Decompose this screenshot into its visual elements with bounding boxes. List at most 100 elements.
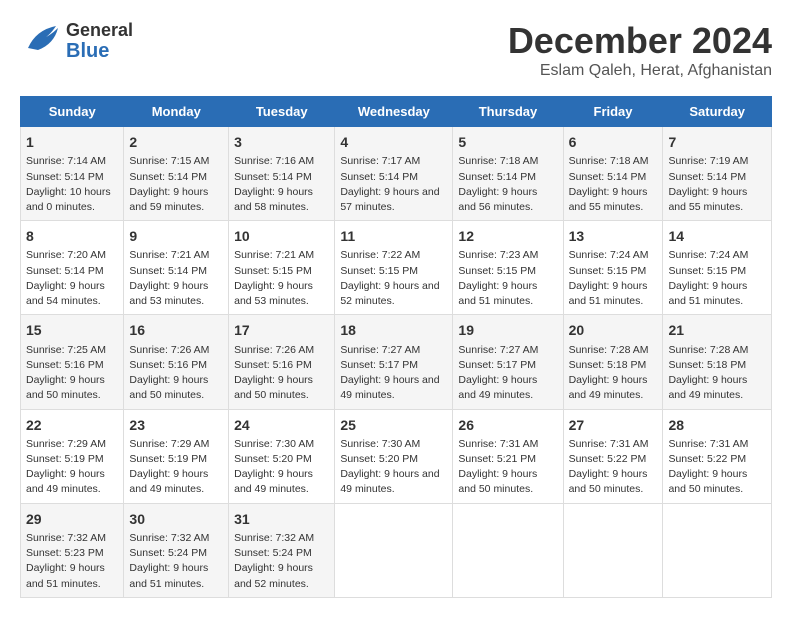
main-title: December 2024 [508, 20, 772, 62]
sunset-label: Sunset: 5:21 PM [458, 453, 536, 465]
day-number: 4 [340, 132, 447, 152]
sunset-label: Sunset: 5:17 PM [458, 359, 536, 371]
daylight-label: Daylight: 9 hours and 49 minutes. [340, 468, 439, 495]
daylight-label: Daylight: 9 hours and 49 minutes. [668, 374, 747, 401]
sunset-label: Sunset: 5:14 PM [129, 265, 207, 277]
daylight-label: Daylight: 9 hours and 49 minutes. [569, 374, 648, 401]
sunrise-label: Sunrise: 7:31 AM [569, 438, 649, 450]
day-number: 8 [26, 226, 118, 246]
day-number: 30 [129, 509, 223, 529]
day-number: 1 [26, 132, 118, 152]
sunset-label: Sunset: 5:22 PM [569, 453, 647, 465]
logo-name: General Blue [66, 21, 133, 63]
day-number: 22 [26, 415, 118, 435]
sunrise-label: Sunrise: 7:24 AM [668, 249, 748, 261]
daylight-label: Daylight: 9 hours and 56 minutes. [458, 186, 537, 213]
sunset-label: Sunset: 5:15 PM [569, 265, 647, 277]
sunset-label: Sunset: 5:14 PM [340, 171, 418, 183]
sunset-label: Sunset: 5:18 PM [569, 359, 647, 371]
table-row: 11Sunrise: 7:22 AMSunset: 5:15 PMDayligh… [335, 221, 453, 315]
title-block: December 2024 Eslam Qaleh, Herat, Afghan… [508, 20, 772, 80]
daylight-label: Daylight: 9 hours and 53 minutes. [129, 280, 208, 307]
day-number: 10 [234, 226, 329, 246]
header-row: Sunday Monday Tuesday Wednesday Thursday… [21, 97, 772, 127]
calendar-week-row: 8 Sunrise: 7:20 AM Sunset: 5:14 PM Daylight… [21, 221, 772, 315]
day-number: 18 [340, 320, 447, 340]
col-sunday: Sunday [21, 97, 124, 127]
sunset-label: Sunset: 5:24 PM [129, 547, 207, 559]
sunset-label: Sunset: 5:15 PM [668, 265, 746, 277]
table-row: 17Sunrise: 7:26 AMSunset: 5:16 PMDayligh… [229, 315, 335, 409]
sunrise-label: Sunrise: 7:16 AM [234, 155, 314, 167]
day-number: 20 [569, 320, 658, 340]
col-tuesday: Tuesday [229, 97, 335, 127]
table-row: 1Sunrise: 7:14 AMSunset: 5:14 PMDaylight… [21, 127, 124, 221]
sunset-label: Sunset: 5:16 PM [26, 359, 104, 371]
table-row: 21Sunrise: 7:28 AMSunset: 5:18 PMDayligh… [663, 315, 772, 409]
calendar-body: 1Sunrise: 7:14 AMSunset: 5:14 PMDaylight… [21, 127, 772, 598]
daylight-label: Daylight: 9 hours and 55 minutes. [569, 186, 648, 213]
table-row: 7Sunrise: 7:19 AMSunset: 5:14 PMDaylight… [663, 127, 772, 221]
day-number: 24 [234, 415, 329, 435]
day-number: 31 [234, 509, 329, 529]
table-row: 4Sunrise: 7:17 AMSunset: 5:14 PMDaylight… [335, 127, 453, 221]
daylight-label: Daylight: 9 hours and 49 minutes. [234, 468, 313, 495]
sunrise-label: Sunrise: 7:32 AM [234, 532, 314, 544]
sunrise-label: Sunrise: 7:22 AM [340, 249, 420, 261]
sunrise-label: Sunrise: 7:18 AM [569, 155, 649, 167]
col-wednesday: Wednesday [335, 97, 453, 127]
sunset-label: Sunset: 5:16 PM [129, 359, 207, 371]
table-row: 12Sunrise: 7:23 AMSunset: 5:15 PMDayligh… [453, 221, 563, 315]
table-row: 28Sunrise: 7:31 AMSunset: 5:22 PMDayligh… [663, 409, 772, 503]
table-row: 14Sunrise: 7:24 AMSunset: 5:15 PMDayligh… [663, 221, 772, 315]
day-number: 23 [129, 415, 223, 435]
daylight-label: Daylight: 9 hours and 51 minutes. [458, 280, 537, 307]
table-row [335, 503, 453, 597]
day-number: 7 [668, 132, 766, 152]
calendar-week-row: 22Sunrise: 7:29 AMSunset: 5:19 PMDayligh… [21, 409, 772, 503]
sunrise-label: Sunrise: 7:30 AM [234, 438, 314, 450]
sunrise-label: Sunrise: 7:21 AM [129, 249, 209, 261]
sunrise-label: Sunrise: 7:20 AM [26, 249, 106, 261]
table-row: 30Sunrise: 7:32 AMSunset: 5:24 PMDayligh… [124, 503, 229, 597]
calendar-header: Sunday Monday Tuesday Wednesday Thursday… [21, 97, 772, 127]
day-number: 14 [668, 226, 766, 246]
sunset-label: Sunset: 5:14 PM [26, 265, 104, 277]
col-monday: Monday [124, 97, 229, 127]
day-number: 13 [569, 226, 658, 246]
daylight-label: Daylight: 9 hours and 49 minutes. [340, 374, 439, 401]
col-thursday: Thursday [453, 97, 563, 127]
table-row: 16Sunrise: 7:26 AMSunset: 5:16 PMDayligh… [124, 315, 229, 409]
sunset-label: Sunset: 5:24 PM [234, 547, 312, 559]
sunset-label: Sunset: 5:19 PM [129, 453, 207, 465]
sunset-label: Sunset: 5:14 PM [234, 171, 312, 183]
day-number: 6 [569, 132, 658, 152]
daylight-label: Daylight: 9 hours and 53 minutes. [234, 280, 313, 307]
table-row [453, 503, 563, 597]
logo-blue-text: Blue [66, 40, 133, 62]
table-row: 25Sunrise: 7:30 AMSunset: 5:20 PMDayligh… [335, 409, 453, 503]
daylight-label: Daylight: 9 hours and 49 minutes. [458, 374, 537, 401]
sunset-label: Sunset: 5:23 PM [26, 547, 104, 559]
day-number: 5 [458, 132, 557, 152]
sunrise-label: Sunrise: 7:18 AM [458, 155, 538, 167]
table-row: 18Sunrise: 7:27 AMSunset: 5:17 PMDayligh… [335, 315, 453, 409]
daylight-label: Daylight: 9 hours and 54 minutes. [26, 280, 105, 307]
col-saturday: Saturday [663, 97, 772, 127]
table-row: 20Sunrise: 7:28 AMSunset: 5:18 PMDayligh… [563, 315, 663, 409]
sunset-label: Sunset: 5:15 PM [340, 265, 418, 277]
table-row: 15Sunrise: 7:25 AMSunset: 5:16 PMDayligh… [21, 315, 124, 409]
sunrise-label: Sunrise: 7:19 AM [668, 155, 748, 167]
daylight-label: Daylight: 9 hours and 50 minutes. [26, 374, 105, 401]
day-number: 16 [129, 320, 223, 340]
daylight-label: Daylight: 9 hours and 58 minutes. [234, 186, 313, 213]
page-header: General Blue December 2024 Eslam Qaleh, … [20, 20, 772, 80]
daylight-label: Daylight: 9 hours and 50 minutes. [668, 468, 747, 495]
daylight-label: Daylight: 9 hours and 51 minutes. [569, 280, 648, 307]
table-row [663, 503, 772, 597]
sunrise-label: Sunrise: 7:25 AM [26, 344, 106, 356]
sunset-label: Sunset: 5:15 PM [234, 265, 312, 277]
day-number: 26 [458, 415, 557, 435]
daylight-label: Daylight: 9 hours and 50 minutes. [569, 468, 648, 495]
table-row: 27Sunrise: 7:31 AMSunset: 5:22 PMDayligh… [563, 409, 663, 503]
